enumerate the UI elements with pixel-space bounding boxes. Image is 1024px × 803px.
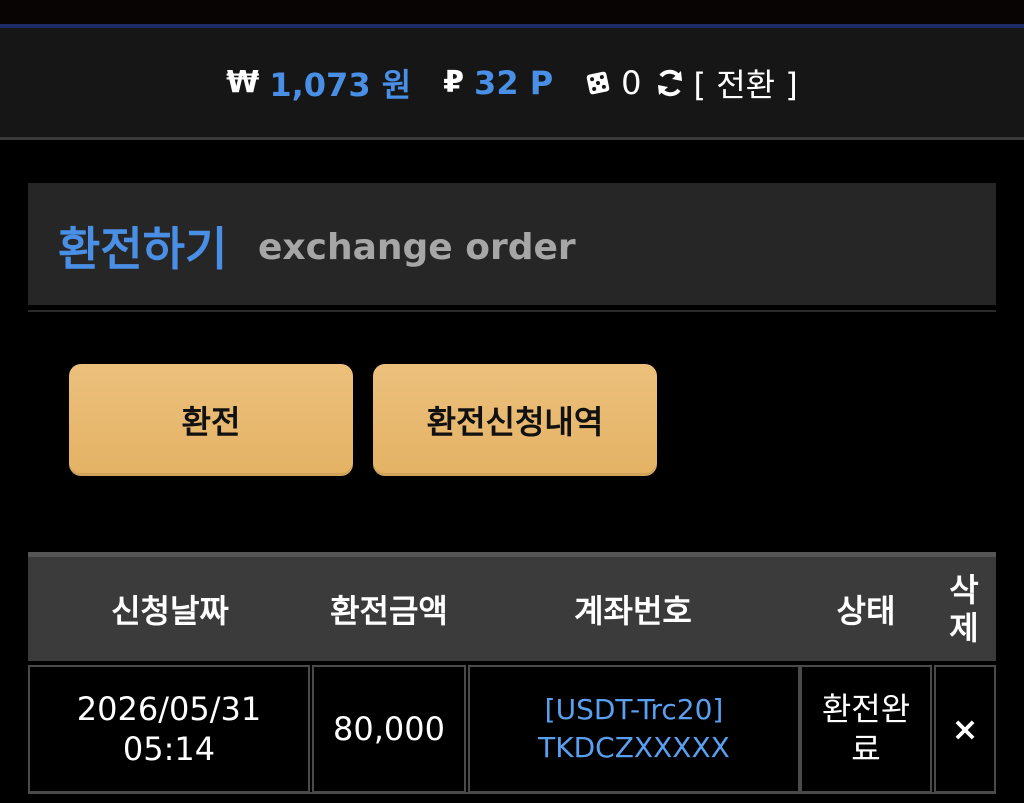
exchange-history-button[interactable]: 환전신청내역	[373, 364, 657, 476]
header-account: 계좌번호	[574, 592, 692, 630]
cell-account-number: TKDCZXXXXX	[538, 731, 730, 764]
swap-button[interactable]: [ 전환 ]	[694, 60, 798, 106]
table-row: 2026/05/31 05:14 80,000 [USDT-Trc20] TKD…	[28, 665, 996, 797]
cell-status: 환전완료	[800, 665, 932, 793]
dice-balance: 0 [ 전환 ]	[585, 60, 798, 106]
header-delete-label: 삭제	[949, 571, 979, 647]
balance-header: ₩ 1,073 원 ₽ 32 P 0 [ 전환 ]	[0, 28, 1024, 140]
cell-date-time: 05:14	[122, 730, 216, 768]
dice-count: 0	[621, 63, 642, 102]
won-icon: ₩	[226, 65, 260, 100]
exchange-button[interactable]: 환전	[69, 364, 353, 476]
page-subtitle: exchange order	[258, 227, 576, 268]
table-next-row	[28, 792, 996, 803]
status-badge: 환전완료	[821, 690, 911, 768]
won-balance: ₩ 1,073 원	[226, 60, 411, 106]
point-balance: ₽ 32 P	[443, 64, 553, 102]
exchange-table: 신청날짜 환전금액 계좌번호 상태 삭제 2026/05/31 05:14 80…	[28, 552, 996, 797]
refresh-icon[interactable]	[654, 67, 686, 99]
table-header: 신청날짜 환전금액 계좌번호 상태 삭제	[28, 552, 996, 661]
page-title: 환전하기	[58, 222, 228, 276]
delete-icon[interactable]: ×	[934, 665, 996, 793]
cell-account: [USDT-Trc20] TKDCZXXXXX	[468, 665, 800, 793]
won-amount: 1,073 원	[269, 65, 412, 104]
title-divider	[28, 310, 996, 312]
page-title-bar: 환전하기 exchange order	[28, 183, 996, 305]
dice-icon	[586, 71, 610, 94]
cell-amount: 80,000	[312, 665, 466, 793]
header-status: 상태	[836, 592, 896, 630]
header-delete: 삭제	[932, 557, 996, 661]
cell-account-type: [USDT-Trc20]	[544, 693, 724, 726]
cell-date-day: 2026/05/31	[76, 690, 262, 728]
top-strip	[0, 0, 1024, 24]
header-date: 신청날짜	[111, 592, 229, 630]
point-icon: ₽	[443, 65, 465, 100]
point-amount: 32 P	[474, 63, 554, 102]
cell-date: 2026/05/31 05:14	[28, 665, 310, 793]
header-amount: 환전금액	[330, 592, 448, 630]
